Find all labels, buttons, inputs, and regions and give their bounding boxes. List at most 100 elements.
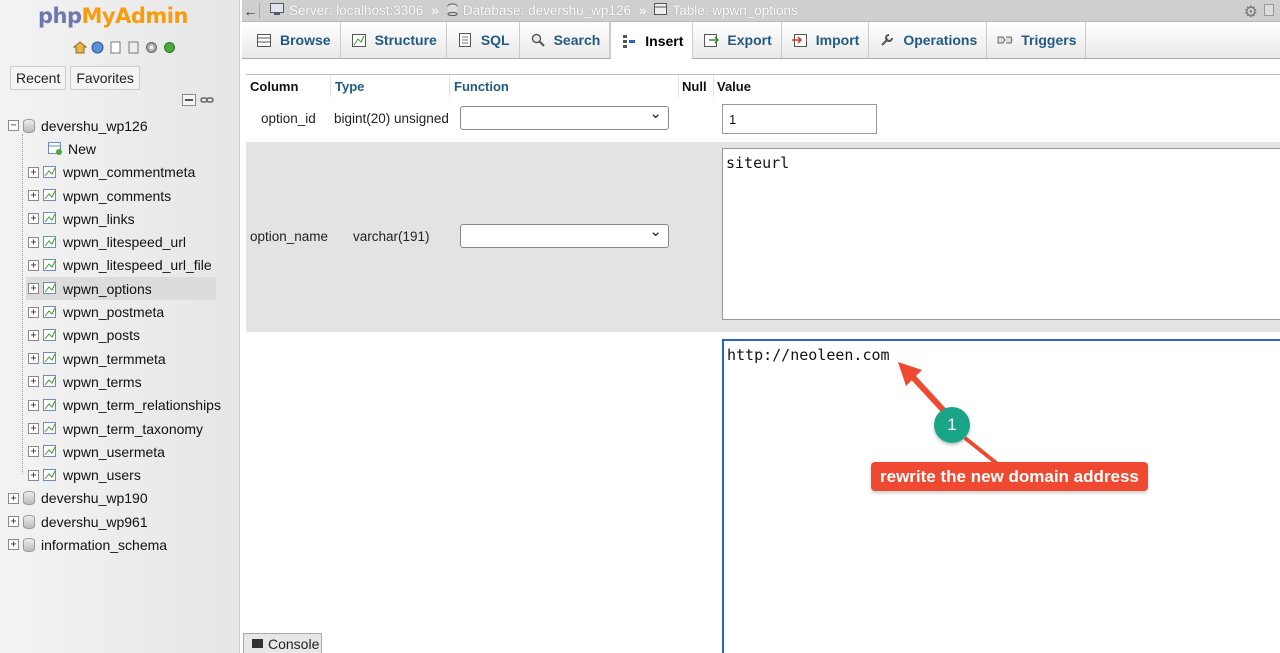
- recent-tables-button[interactable]: Recent: [10, 66, 67, 90]
- expand-icon[interactable]: +: [28, 423, 39, 434]
- expand-icon[interactable]: +: [8, 492, 19, 504]
- breadcrumb-table[interactable]: Table: wpwn_options: [654, 3, 798, 18]
- expand-icon[interactable]: +: [28, 190, 39, 202]
- header-type[interactable]: Type: [335, 79, 364, 94]
- tab-structure[interactable]: Structure: [341, 22, 447, 58]
- phpmyadmin-logo[interactable]: phpMyAdmin: [38, 4, 188, 28]
- reload-icon[interactable]: [162, 40, 177, 55]
- form-row: http://neoleen.com: [246, 333, 1280, 653]
- tree-table-label[interactable]: wpwn_links: [63, 211, 135, 227]
- table-icon: [43, 375, 57, 388]
- table-icon: [43, 305, 57, 319]
- expand-icon[interactable]: +: [28, 236, 39, 248]
- tree-item-label[interactable]: New: [68, 141, 96, 157]
- expand-icon[interactable]: +: [28, 283, 39, 295]
- table-tabs: Browse Structure SQL Search Insert Expor…: [242, 22, 1280, 59]
- expand-icon[interactable]: +: [8, 516, 19, 528]
- sql-docs-icon[interactable]: [126, 40, 141, 55]
- db-name[interactable]: devershu_wp126: [41, 118, 148, 134]
- table-icon: [43, 258, 57, 272]
- tree-table[interactable]: + wpwn_terms: [8, 370, 238, 393]
- collapse-toggle-icon[interactable]: −: [8, 120, 19, 132]
- export-icon: [703, 33, 719, 47]
- database-icon: [447, 3, 458, 19]
- function-select[interactable]: [460, 104, 669, 130]
- tab-import[interactable]: Import: [782, 22, 870, 58]
- tree-table-label[interactable]: wpwn_options: [63, 281, 152, 297]
- tree-table[interactable]: + wpwn_term_relationships: [8, 394, 238, 417]
- tree-table[interactable]: + wpwn_postmeta: [8, 300, 238, 323]
- breadcrumb-bar: ← Server: localhost:3306 » Database: dev…: [242, 0, 1280, 22]
- tree-table-label[interactable]: wpwn_term_relationships: [63, 397, 221, 413]
- tab-sql[interactable]: SQL: [447, 22, 520, 58]
- tree-item-new[interactable]: New: [8, 137, 238, 160]
- console-toggle[interactable]: Console: [243, 633, 322, 653]
- tree-db-information-schema[interactable]: + information_schema: [8, 533, 238, 556]
- expand-icon[interactable]: +: [28, 353, 39, 365]
- tree-db-devershu-wp961[interactable]: + devershu_wp961: [8, 510, 238, 533]
- settings-gear-icon[interactable]: [144, 40, 159, 55]
- expand-icon[interactable]: +: [28, 329, 39, 341]
- tree-table-label[interactable]: wpwn_comments: [63, 188, 171, 204]
- tab-insert[interactable]: Insert: [610, 22, 694, 59]
- tree-table-label[interactable]: wpwn_termmeta: [63, 351, 166, 367]
- tree-table[interactable]: + wpwn_term_taxonomy: [8, 417, 238, 440]
- db-name[interactable]: devershu_wp190: [41, 490, 148, 506]
- tree-table[interactable]: + wpwn_users: [8, 463, 238, 486]
- back-arrow-icon[interactable]: ←: [242, 2, 260, 19]
- tab-operations[interactable]: Operations: [869, 22, 988, 58]
- tree-table[interactable]: + wpwn_comments: [8, 184, 238, 207]
- tree-table-label[interactable]: wpwn_commentmeta: [63, 164, 195, 180]
- expand-icon[interactable]: +: [28, 213, 39, 225]
- db-name[interactable]: devershu_wp961: [41, 514, 148, 530]
- help-icon[interactable]: [90, 40, 105, 55]
- expand-icon[interactable]: +: [8, 539, 19, 551]
- tree-table-selected[interactable]: + wpwn_options: [26, 277, 216, 301]
- expand-icon[interactable]: +: [28, 399, 39, 411]
- tree-table-label[interactable]: wpwn_term_taxonomy: [63, 421, 203, 437]
- db-name[interactable]: information_schema: [41, 537, 167, 553]
- header-function[interactable]: Function: [454, 79, 509, 94]
- tree-table-label[interactable]: wpwn_users: [63, 467, 141, 483]
- value-textarea[interactable]: siteurl: [722, 148, 1280, 320]
- home-icon[interactable]: [72, 40, 87, 55]
- tree-table[interactable]: + wpwn_usermeta: [8, 440, 238, 463]
- breadcrumb-server[interactable]: Server: localhost:3306: [270, 3, 423, 18]
- tree-table[interactable]: + wpwn_litespeed_url_file: [8, 254, 238, 277]
- tree-table-label[interactable]: wpwn_litespeed_url: [63, 234, 186, 250]
- tab-search[interactable]: Search: [520, 22, 611, 58]
- tree-db-devershu-wp126[interactable]: − devershu_wp126: [8, 114, 238, 137]
- tree-table-label[interactable]: wpwn_usermeta: [63, 444, 165, 460]
- tree-table-label[interactable]: wpwn_terms: [63, 374, 142, 390]
- tree-table[interactable]: + wpwn_commentmeta: [8, 161, 238, 184]
- tree-table[interactable]: + wpwn_termmeta: [8, 347, 238, 370]
- value-textarea-focused[interactable]: http://neoleen.com: [722, 339, 1280, 653]
- tree-table[interactable]: + wpwn_posts: [8, 324, 238, 347]
- tab-browse[interactable]: Browse: [246, 22, 341, 58]
- link-with-main-icon[interactable]: [200, 94, 214, 109]
- collapse-all-icon[interactable]: [182, 94, 196, 109]
- tab-triggers[interactable]: Triggers: [987, 22, 1087, 58]
- table-icon: [43, 468, 57, 482]
- expand-icon[interactable]: +: [28, 259, 39, 271]
- value-input[interactable]: 1: [722, 104, 877, 134]
- tab-export[interactable]: Export: [693, 22, 782, 58]
- expand-icon[interactable]: +: [28, 306, 39, 318]
- breadcrumb-database[interactable]: Database: devershu_wp126: [447, 3, 631, 19]
- favorite-tables-button[interactable]: Favorites: [70, 66, 140, 90]
- expand-icon[interactable]: +: [28, 166, 39, 178]
- docs-icon[interactable]: [108, 40, 123, 55]
- function-select[interactable]: [460, 222, 669, 248]
- tree-table[interactable]: + wpwn_links: [8, 207, 238, 230]
- tree-table[interactable]: + wpwn_litespeed_url: [8, 230, 238, 253]
- tree-table-label[interactable]: wpwn_postmeta: [63, 304, 164, 320]
- tree-table-label[interactable]: wpwn_litespeed_url_file: [63, 257, 212, 273]
- header-column: Column: [250, 79, 299, 94]
- expand-icon[interactable]: +: [28, 376, 39, 388]
- expand-icon[interactable]: +: [28, 469, 39, 481]
- expand-icon[interactable]: +: [28, 446, 39, 458]
- menu-toggle-icon[interactable]: [1264, 4, 1274, 16]
- page-settings-gear-icon[interactable]: ⚙: [1244, 2, 1258, 22]
- tree-table-label[interactable]: wpwn_posts: [63, 327, 140, 343]
- tree-db-devershu-wp190[interactable]: + devershu_wp190: [8, 487, 238, 510]
